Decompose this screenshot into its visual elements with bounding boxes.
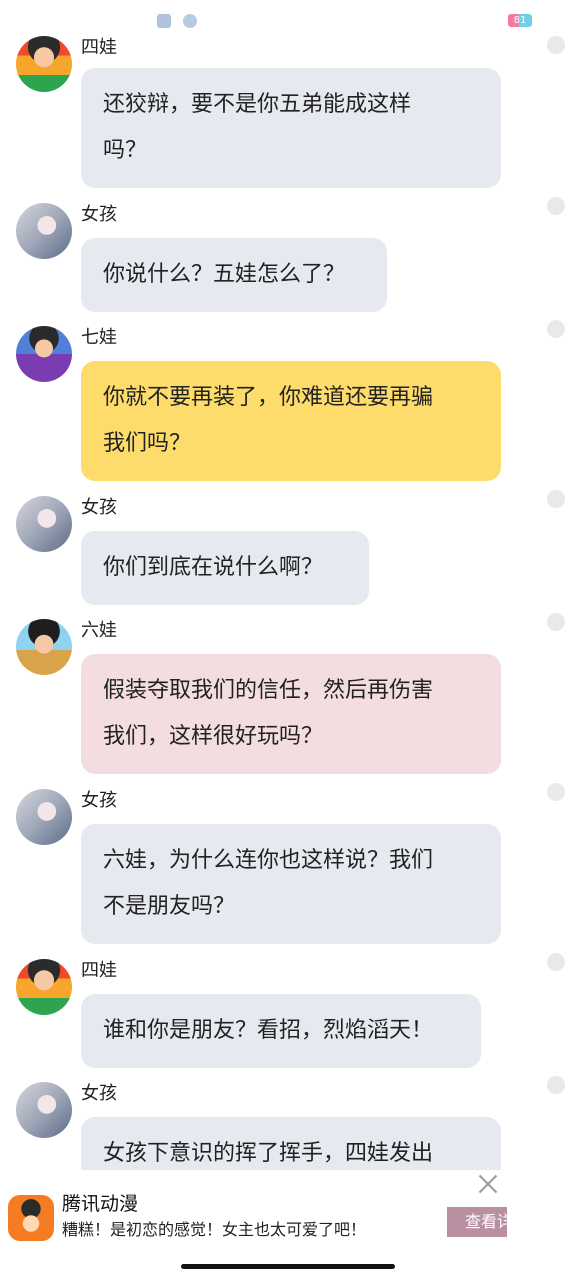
message-bubble[interactable]: 谁和你是朋友？看招，烈焰滔天！ bbox=[81, 994, 481, 1068]
sender-name: 女孩 bbox=[81, 497, 117, 518]
girl-avatar[interactable] bbox=[16, 496, 72, 552]
liuwa-avatar[interactable] bbox=[16, 619, 72, 675]
app-logo-icon bbox=[8, 1195, 54, 1241]
sender-name: 女孩 bbox=[81, 790, 117, 811]
sender-name: 六娃 bbox=[81, 620, 117, 641]
home-indicator[interactable] bbox=[181, 1264, 395, 1269]
select-circle[interactable] bbox=[547, 613, 565, 631]
message-line: 你们到底在说什么啊？ bbox=[103, 555, 324, 580]
message-line: 还狡辩，要不是你五弟能成这样 bbox=[103, 92, 412, 117]
close-icon[interactable] bbox=[476, 1172, 500, 1196]
girl-avatar[interactable] bbox=[16, 203, 72, 259]
select-circle[interactable] bbox=[547, 1076, 565, 1094]
message-line: 谁和你是朋友？看招，烈焰滔天！ bbox=[103, 1018, 434, 1043]
girl-avatar[interactable] bbox=[16, 1082, 72, 1138]
message-line: 我们，这样很好玩吗？ bbox=[103, 724, 324, 749]
message-line: 我们吗？ bbox=[103, 431, 192, 456]
sender-name: 女孩 bbox=[81, 204, 117, 225]
notification-icon bbox=[183, 14, 197, 28]
view-details-button[interactable]: 查看详情 bbox=[447, 1207, 507, 1237]
girl-avatar[interactable] bbox=[16, 789, 72, 845]
message-line: 六娃，为什么连你也这样说？我们 bbox=[103, 848, 434, 873]
message-bubble[interactable]: 你就不要再装了，你难道还要再骗 我们吗？ bbox=[81, 361, 501, 481]
select-circle[interactable] bbox=[547, 36, 565, 54]
chat-screen: 81 四娃 还狡辩，要不是你五弟能成这样 吗？ 女孩 你说什么？五娃怎么了？ 七… bbox=[0, 0, 576, 1280]
select-circle[interactable] bbox=[547, 320, 565, 338]
siwa-avatar[interactable] bbox=[16, 959, 72, 1015]
message-line: 吗？ bbox=[103, 138, 148, 163]
select-circle[interactable] bbox=[547, 490, 565, 508]
ad-title: 腾讯动漫 bbox=[62, 1193, 139, 1215]
select-circle[interactable] bbox=[547, 783, 565, 801]
message-bubble[interactable]: 假装夺取我们的信任，然后再伤害 我们，这样很好玩吗？ bbox=[81, 654, 501, 774]
sender-name: 四娃 bbox=[81, 960, 117, 981]
message-line: 不是朋友吗？ bbox=[103, 894, 236, 919]
message-line: 假装夺取我们的信任，然后再伤害 bbox=[103, 678, 434, 703]
notification-icon bbox=[157, 14, 171, 28]
message-bubble[interactable]: 你说什么？五娃怎么了？ bbox=[81, 238, 387, 312]
sender-name: 七娃 bbox=[81, 327, 117, 348]
select-circle[interactable] bbox=[547, 197, 565, 215]
battery-icon: 81 bbox=[508, 14, 532, 27]
sender-name: 女孩 bbox=[81, 1083, 117, 1104]
message-bubble[interactable]: 还狡辩，要不是你五弟能成这样 吗？ bbox=[81, 68, 501, 188]
message-bubble[interactable]: 六娃，为什么连你也这样说？我们 不是朋友吗？ bbox=[81, 824, 501, 944]
qiwa-avatar[interactable] bbox=[16, 326, 72, 382]
siwa-avatar[interactable] bbox=[16, 36, 72, 92]
select-circle[interactable] bbox=[547, 953, 565, 971]
message-bubble[interactable]: 你们到底在说什么啊？ bbox=[81, 531, 369, 605]
sender-name: 四娃 bbox=[81, 37, 117, 58]
message-line: 你说什么？五娃怎么了？ bbox=[103, 262, 346, 287]
message-line: 你就不要再装了，你难道还要再骗 bbox=[103, 385, 434, 410]
ad-description: 糟糕！是初恋的感觉！女主也太可爱了吧！ bbox=[62, 1220, 367, 1239]
status-bar: 81 bbox=[0, 0, 576, 36]
